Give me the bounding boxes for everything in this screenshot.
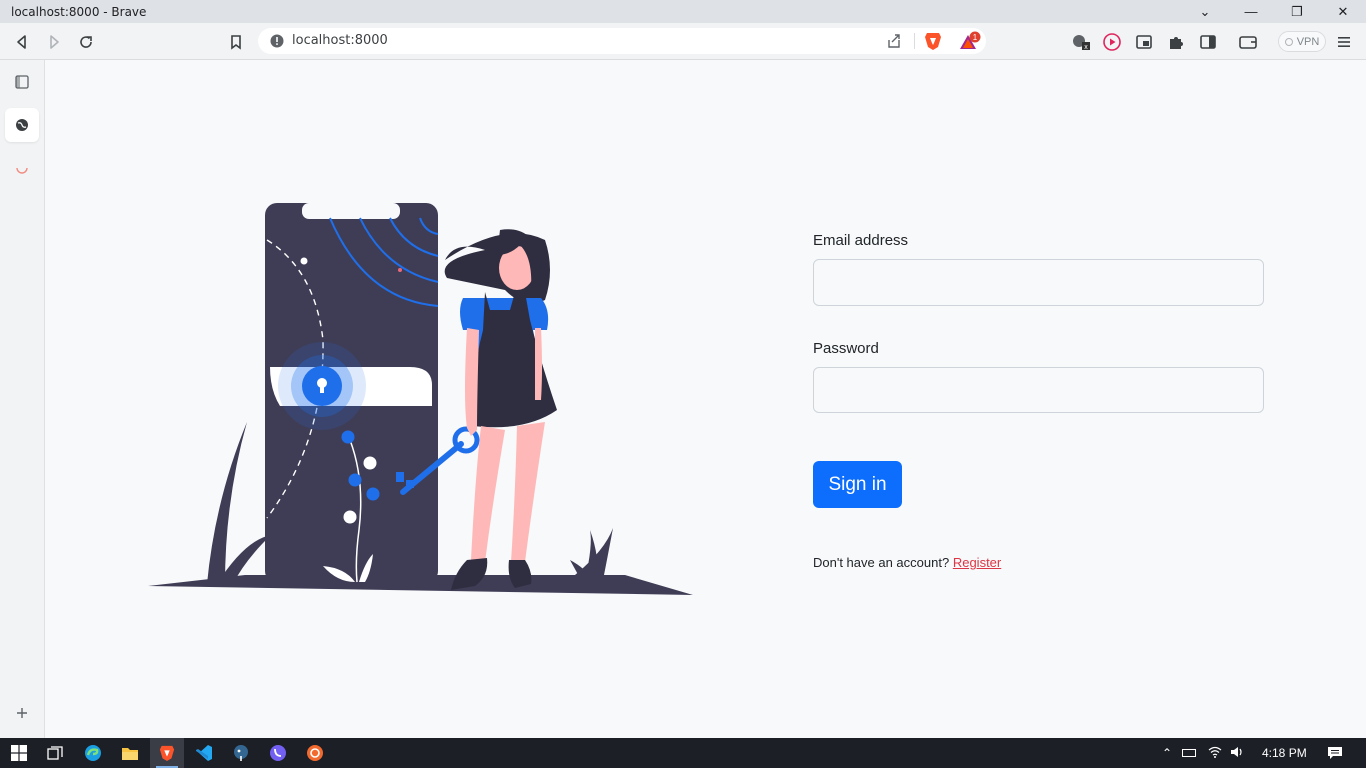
extension-icon[interactable]: x (1070, 31, 1092, 53)
picture-in-picture-icon[interactable] (1133, 31, 1155, 53)
battery-icon[interactable] (1182, 749, 1196, 757)
wifi-icon[interactable] (1208, 746, 1222, 761)
vpn-label: VPN (1296, 35, 1320, 48)
password-label: Password (813, 340, 879, 357)
system-tray: ⌃ 4:18 PM (1158, 738, 1307, 768)
site-info-icon[interactable] (270, 34, 284, 53)
email-label: Email address (813, 232, 909, 249)
login-illustration (148, 203, 693, 595)
rewards-icon[interactable]: 1 (958, 31, 982, 56)
share-icon[interactable] (886, 33, 902, 54)
rewards-badge: 1 (973, 33, 978, 42)
vpn-button[interactable]: VPN (1278, 31, 1326, 52)
task-view-icon[interactable] (38, 738, 72, 768)
register-link[interactable]: Register (953, 555, 1001, 570)
chevron-up-icon[interactable]: ⌃ (1158, 746, 1176, 760)
brave-shields-icon[interactable] (924, 31, 942, 56)
email-field[interactable] (813, 259, 1264, 306)
wallet-icon[interactable] (1237, 31, 1259, 53)
minimize-button[interactable]: — (1228, 0, 1274, 23)
edge-icon[interactable] (76, 738, 110, 768)
loading-icon (11, 157, 33, 179)
url-text[interactable]: localhost:8000 (292, 33, 388, 48)
password-field[interactable] (813, 367, 1264, 413)
reload-icon[interactable] (75, 31, 97, 53)
windows-taskbar: ⌃ 4:18 PM (0, 738, 1366, 768)
phone-notch (302, 203, 400, 219)
volume-icon[interactable] (1230, 746, 1244, 761)
address-bar[interactable]: localhost:8000 1 (258, 28, 986, 54)
browser-toolbar: localhost:8000 1 x VPN (0, 23, 1366, 60)
puzzle-icon[interactable] (1165, 31, 1187, 53)
title-bar: localhost:8000 - Brave ⌄ — ❐ ✕ (0, 0, 1366, 23)
sidebar-icon[interactable] (1197, 31, 1219, 53)
close-button[interactable]: ✕ (1320, 0, 1366, 23)
sidebar-toggle-icon[interactable] (11, 71, 33, 93)
clock[interactable]: 4:18 PM (1262, 746, 1307, 760)
windows-start-icon[interactable] (2, 738, 36, 768)
svg-text:x: x (1084, 44, 1088, 51)
login-form: Email address Password Sign in Don't hav… (813, 232, 1265, 570)
page-content: Email address Password Sign in Don't hav… (45, 60, 1366, 738)
sign-in-button[interactable]: Sign in (813, 461, 902, 508)
app-icon[interactable] (298, 738, 332, 768)
tab-search-icon[interactable]: ⌄ (1182, 0, 1228, 23)
vpn-status-icon (1284, 37, 1293, 46)
vscode-icon[interactable] (187, 738, 221, 768)
back-icon[interactable] (11, 31, 33, 53)
viber-icon[interactable] (261, 738, 295, 768)
brave-taskbar-icon[interactable] (150, 738, 184, 768)
divider (914, 33, 915, 49)
globe-icon[interactable] (11, 114, 33, 136)
restore-button[interactable]: ❐ (1274, 0, 1320, 23)
plus-icon[interactable] (11, 702, 33, 724)
file-explorer-icon[interactable] (113, 738, 147, 768)
media-play-icon[interactable] (1101, 31, 1123, 53)
window-controls: ⌄ — ❐ ✕ (1182, 0, 1366, 23)
postgres-icon[interactable] (224, 738, 258, 768)
side-panel (0, 60, 45, 738)
register-prompt-text: Don't have an account? (813, 555, 950, 570)
register-prompt: Don't have an account? Register (813, 555, 1265, 570)
window-title: localhost:8000 - Brave (11, 4, 147, 19)
forward-icon[interactable] (43, 31, 65, 53)
bookmark-icon[interactable] (225, 31, 247, 53)
menu-icon[interactable] (1333, 31, 1355, 53)
notification-icon[interactable] (1318, 738, 1352, 768)
